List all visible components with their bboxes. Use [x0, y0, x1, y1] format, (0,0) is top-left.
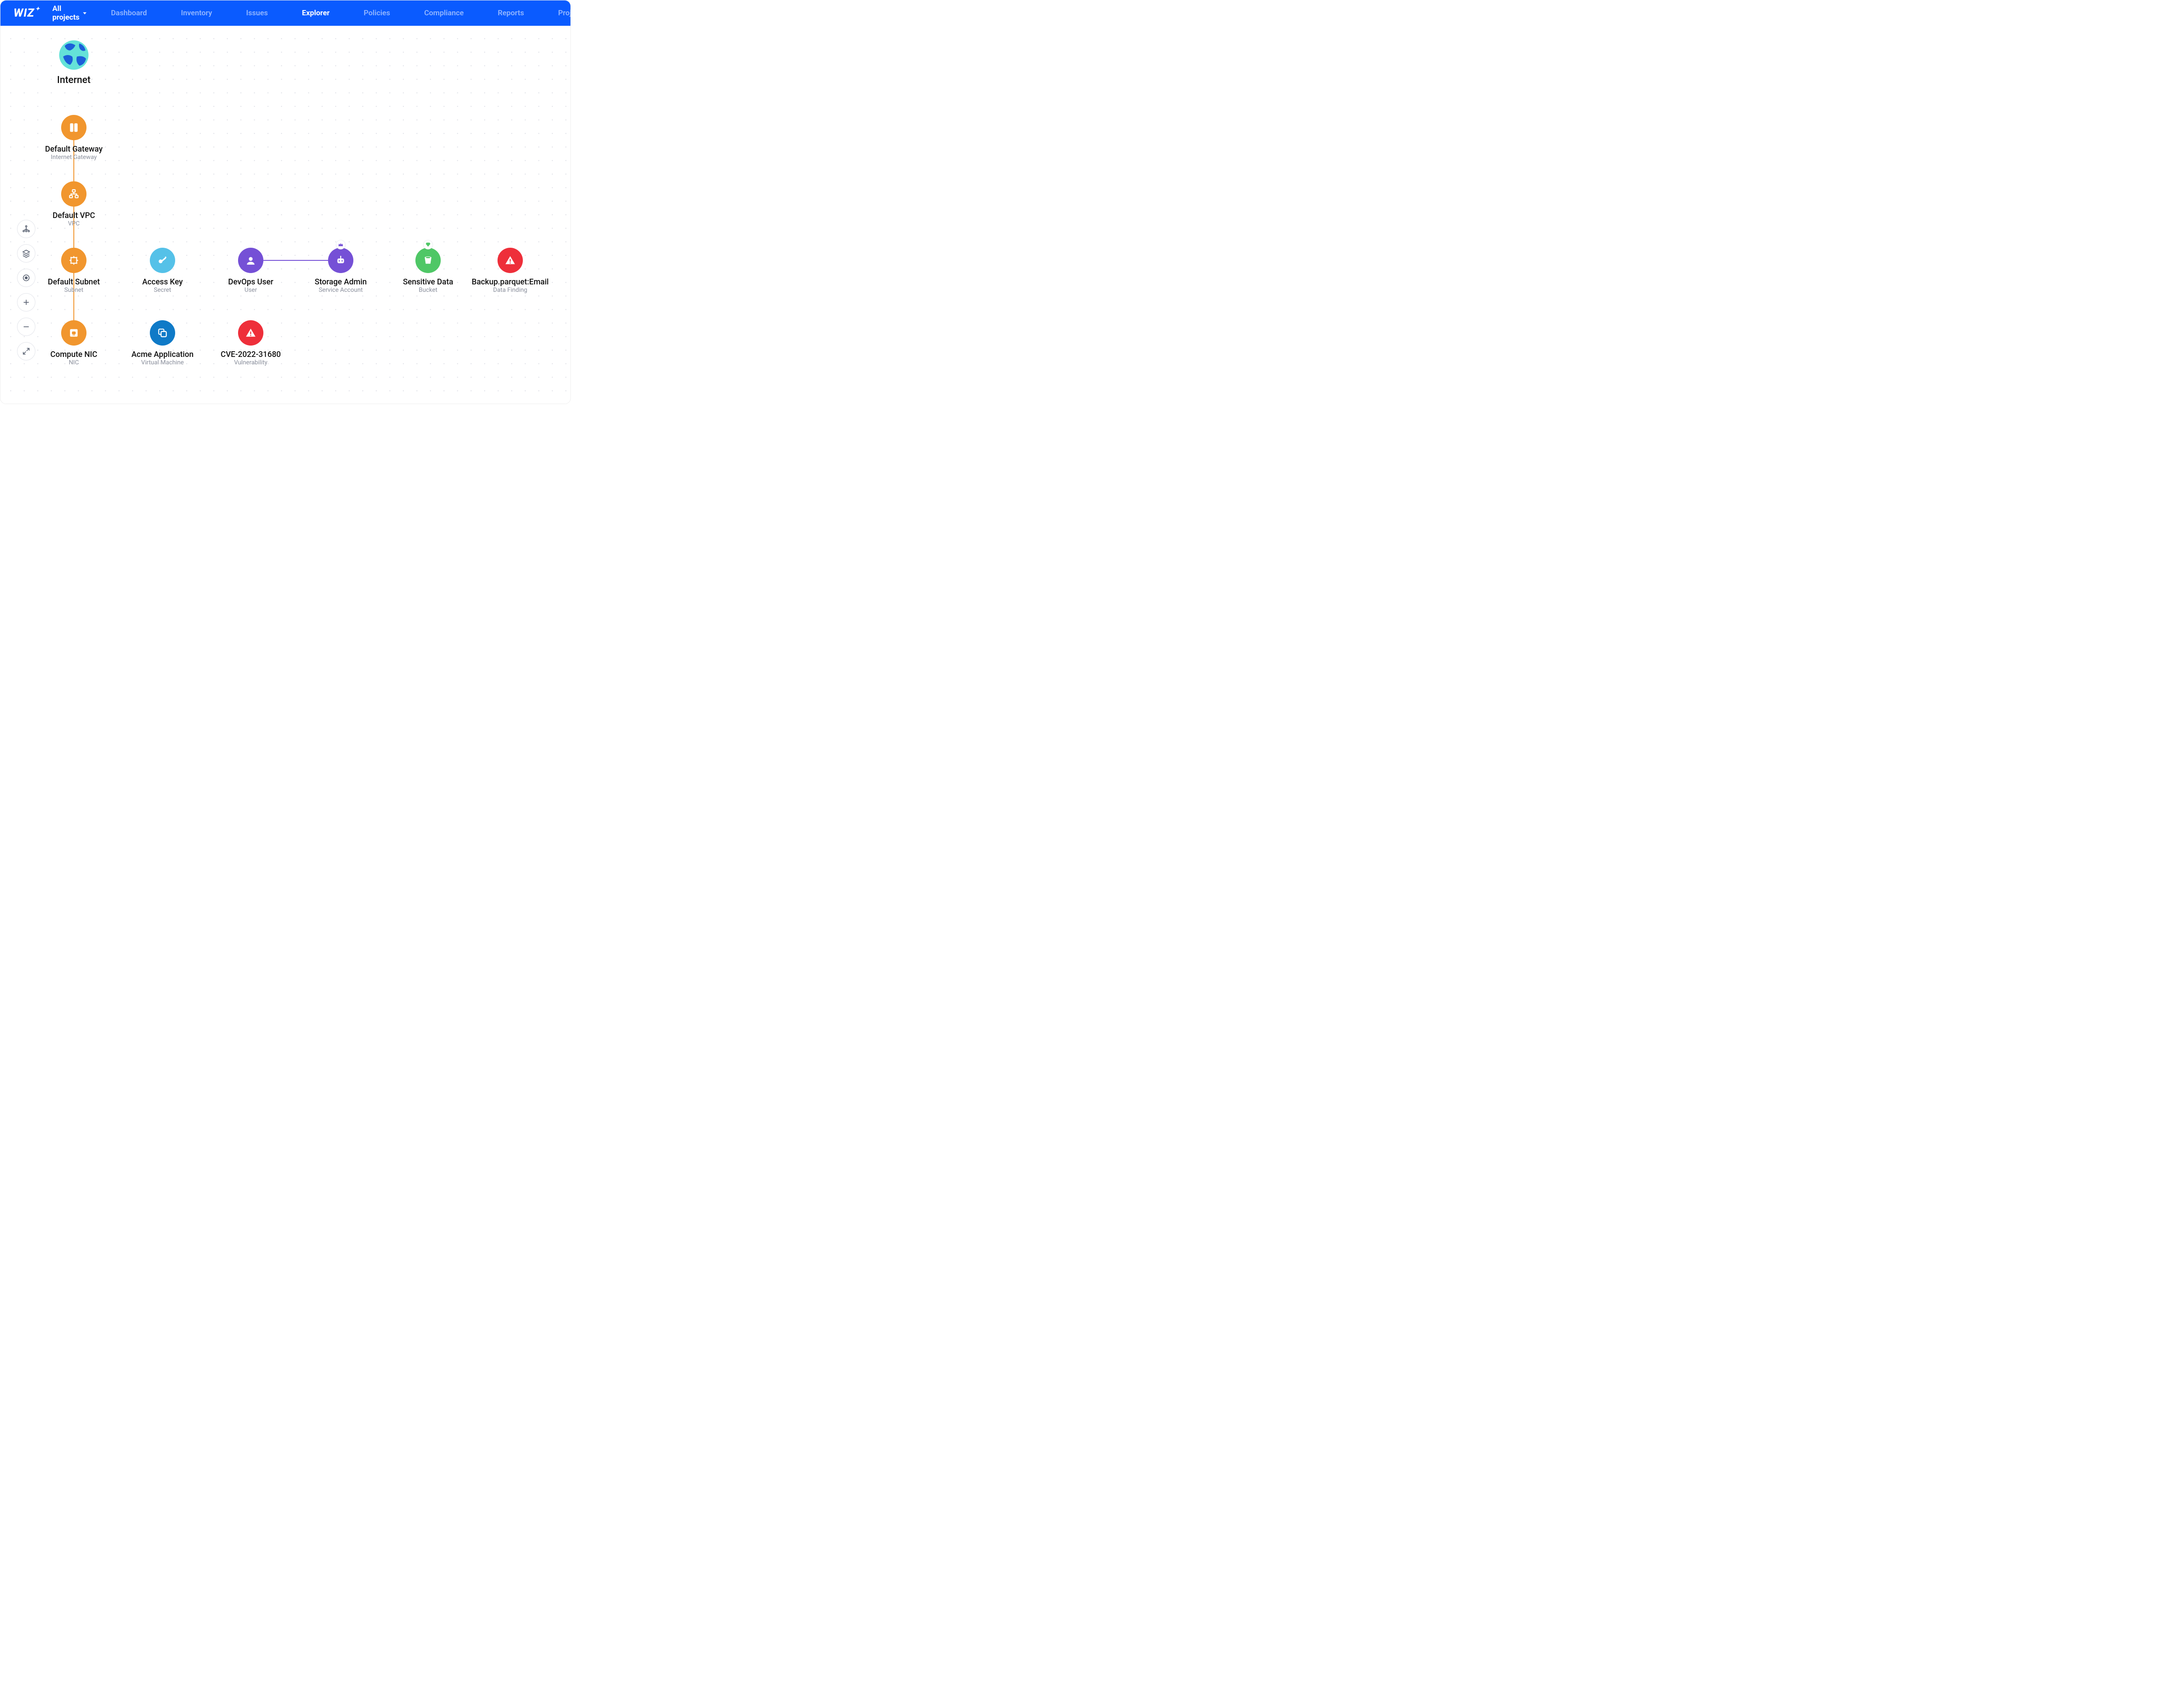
node-title: Compute NIC — [50, 350, 97, 359]
nav-inventory[interactable]: Inventory — [181, 9, 212, 17]
graph-layout-button[interactable] — [17, 220, 35, 238]
brand-logo[interactable]: WIZ ✦ — [14, 7, 40, 20]
node-gateway[interactable]: Default Gateway Internet Gateway — [30, 115, 117, 161]
node-vm[interactable]: Acme Application Virtual Machine — [119, 320, 206, 366]
node-title: Sensitive Data — [403, 277, 453, 287]
chevron-down-icon — [83, 12, 86, 14]
nav-policies[interactable]: Policies — [364, 9, 390, 17]
zoom-out-button[interactable] — [17, 318, 35, 336]
sparkle-icon: ✦ — [35, 6, 40, 12]
bucket-icon — [415, 248, 441, 273]
center-button[interactable] — [17, 269, 35, 287]
node-accesskey[interactable]: Access Key Secret — [119, 248, 206, 294]
fullscreen-button[interactable] — [17, 342, 35, 360]
nav-projects[interactable]: Projects — [558, 9, 571, 17]
alert-icon — [498, 248, 523, 273]
node-title: Default Gateway — [45, 145, 103, 154]
node-devops[interactable]: DevOps User User — [207, 248, 294, 294]
nav-issues[interactable]: Issues — [246, 9, 268, 17]
graph-canvas[interactable]: Internet Default Gateway Internet Gatewa… — [0, 26, 570, 404]
node-bucket[interactable]: Sensitive Data Bucket — [384, 248, 472, 294]
nav-explorer[interactable]: Explorer — [302, 9, 329, 17]
node-finding[interactable]: Backup.parquet:Email Data Finding — [467, 248, 554, 294]
node-title: Default Subnet — [48, 277, 100, 287]
project-selector[interactable]: All projects — [52, 4, 86, 22]
node-subtitle: NIC — [69, 359, 79, 366]
node-internet[interactable]: Internet — [30, 38, 117, 86]
network-icon — [61, 181, 86, 207]
node-title: DevOps User — [228, 277, 273, 287]
user-icon — [238, 248, 263, 273]
node-subtitle: Internet Gateway — [51, 154, 97, 161]
node-subtitle: User — [245, 287, 257, 294]
node-subtitle: Bucket — [419, 287, 438, 294]
robot-icon — [328, 248, 353, 273]
node-title: Backup.parquet:Email — [472, 277, 549, 287]
node-title: Access Key — [142, 277, 183, 287]
gateway-icon — [61, 115, 86, 140]
project-selector-label: All projects — [52, 4, 79, 22]
nav-reports[interactable]: Reports — [498, 9, 524, 17]
diamond-badge-icon — [423, 240, 433, 249]
nav-dashboard[interactable]: Dashboard — [111, 9, 147, 17]
alert-icon — [238, 320, 263, 346]
node-title: Internet — [57, 75, 91, 86]
node-title: Storage Admin — [314, 277, 366, 287]
nic-icon — [61, 320, 86, 346]
node-subtitle: VPC — [68, 220, 80, 227]
vm-icon — [150, 320, 175, 346]
node-title: Default VPC — [52, 211, 95, 220]
node-cve[interactable]: CVE-2022-31680 Vulnerability — [207, 320, 294, 366]
crown-badge-icon — [336, 240, 346, 249]
node-title: CVE-2022-31680 — [221, 350, 281, 359]
node-subnet[interactable]: Default Subnet Subnet — [30, 248, 117, 294]
node-svcacct[interactable]: Storage Admin Service Account — [297, 248, 384, 294]
key-icon — [150, 248, 175, 273]
nav-compliance[interactable]: Compliance — [424, 9, 464, 17]
subnet-icon — [61, 248, 86, 273]
node-subtitle: Data Finding — [493, 287, 527, 294]
globe-icon — [57, 38, 91, 72]
layers-button[interactable] — [17, 244, 35, 263]
app-window: WIZ ✦ All projects Dashboard Inventory I… — [0, 0, 571, 404]
node-subtitle: Vulnerability — [234, 359, 267, 366]
node-title: Acme Application — [131, 350, 194, 359]
node-subtitle: Secret — [154, 287, 171, 294]
node-subtitle: Subnet — [64, 287, 83, 294]
node-nic[interactable]: Compute NIC NIC — [30, 320, 117, 366]
node-vpc[interactable]: Default VPC VPC — [30, 181, 117, 227]
top-nav: WIZ ✦ All projects Dashboard Inventory I… — [0, 0, 570, 26]
canvas-toolbar — [17, 220, 35, 360]
brand-text: WIZ — [14, 7, 35, 20]
node-subtitle: Virtual Machine — [141, 359, 184, 366]
node-subtitle: Service Account — [319, 287, 363, 294]
zoom-in-button[interactable] — [17, 293, 35, 311]
